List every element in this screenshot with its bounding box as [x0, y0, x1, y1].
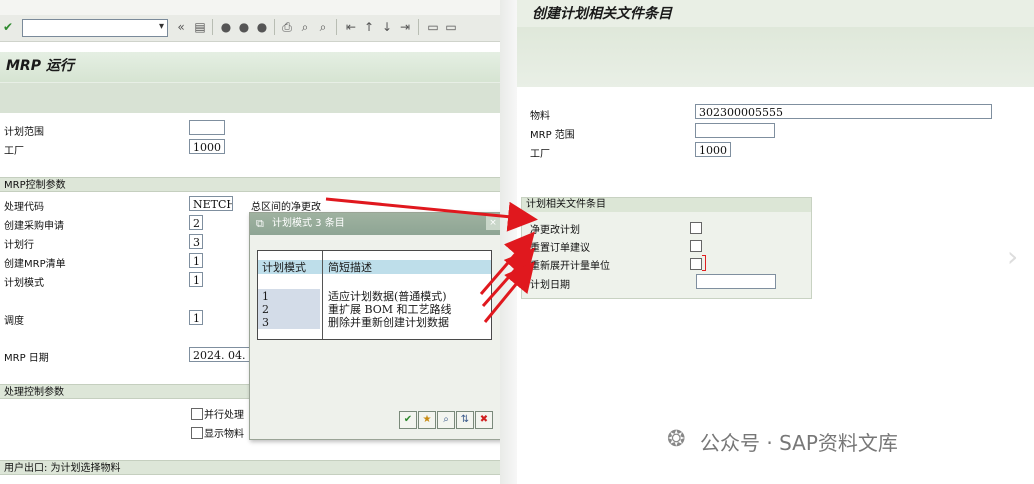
watermark-text: 公众号 · SAP资料文库	[700, 431, 898, 455]
arrow-mode-3a	[481, 247, 535, 307]
arrow-net-change	[325, 197, 538, 232]
arrow-mode-2	[479, 231, 535, 295]
wechat-icon: ❂	[667, 427, 686, 452]
annotation-arrows	[325, 197, 538, 323]
